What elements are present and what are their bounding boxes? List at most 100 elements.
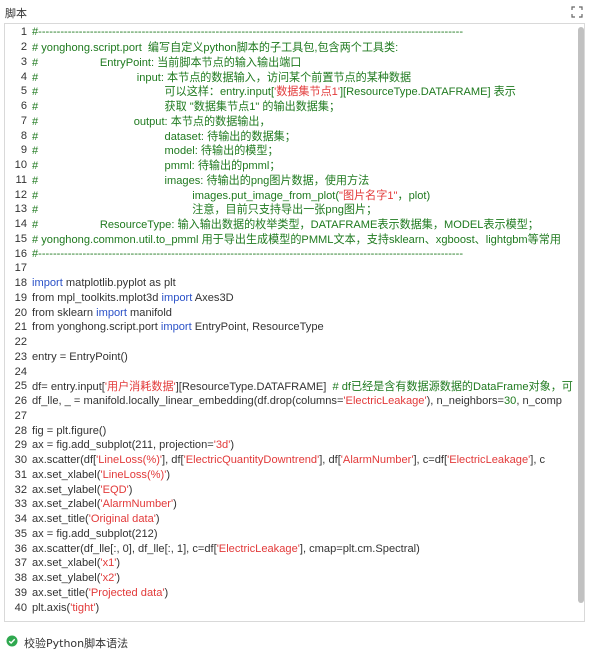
code-token: ax.set_title( [32,513,89,526]
code-token: #---------------------------------------… [32,247,464,260]
line-number: 34 [14,513,27,526]
line-number: 39 [14,586,27,599]
check-circle-icon [6,635,18,647]
code-line[interactable]: 32 ax.set_ylabel('EQD') [5,482,577,497]
line-number: 37 [14,557,27,570]
code-token: ], c=df[ [413,454,448,467]
code-line[interactable]: 24 [5,364,577,379]
code-line[interactable]: 35 ax = fig.add_subplot(212) [5,527,577,542]
line-number: 28 [14,424,27,437]
code-line[interactable]: 5 # 可以这样：entry.input['数据集节点1'][ResourceTy… [5,84,577,99]
code-line[interactable]: 8 # dataset: 待输出的数据集； [5,128,577,143]
code-token: ][ResourceType.DATAFRAME] [175,381,333,394]
code-line[interactable]: 17 [5,261,577,276]
code-token: import [96,306,127,319]
code-token: # input: 本节点的数据输入，访问某个前置节点的某种数据 [32,71,412,84]
line-number: 10 [14,159,27,172]
code-token: # pmml: 待输出的pmml； [32,160,281,173]
code-text: # EntryPoint: 当前脚本节点的输入输出端口 [27,55,301,70]
code-line[interactable]: 2 # yonghong.script.port 编写自定义python脚本的子工… [5,40,577,55]
code-line[interactable]: 4 # input: 本节点的数据输入，访问某个前置节点的某种数据 [5,69,577,84]
code-token: '3d' [213,439,231,452]
code-text: ax.set_zlabel('AlarmNumber') [27,498,177,510]
code-line[interactable]: 30 ax.scatter(df['LineLoss(%)'], df['Elec… [5,453,577,468]
code-token: ][ResourceType.DATAFRAME] 表示 [339,86,516,99]
code-token: 'ElectricLeakage' [343,395,427,408]
code-line[interactable]: 16 #-------------------------------------… [5,246,577,261]
code-line[interactable]: 3 # EntryPoint: 当前脚本节点的输入输出端口 [5,55,577,70]
code-line[interactable]: 23 entry = EntryPoint() [5,350,577,365]
code-line[interactable]: 1 #--------------------------------------… [5,25,577,40]
code-token: # images.put_image_from_plot( [32,189,340,202]
code-text: ax.set_title('Original data') [27,513,160,525]
code-line[interactable]: 28 fig = plt.figure() [5,423,577,438]
code-token: import [161,291,193,304]
code-line[interactable]: 19 from mpl_toolkits.mplot3d import Axes3… [5,291,577,306]
code-lines[interactable]: 1 #--------------------------------------… [5,25,577,615]
code-text: import matplotlib.pyplot as plt [27,277,176,289]
expand-icon[interactable] [571,6,583,18]
code-token: 'LineLoss(%)' [96,454,163,467]
code-token: ax.set_xlabel( [32,557,101,570]
code-line[interactable]: 36 ax.scatter(df_lle[:, 0], df_lle[:, 1],… [5,541,577,556]
code-text: ax.set_xlabel('LineLoss(%)') [27,469,170,481]
code-line[interactable]: 14 # ResourceType: 输入输出数据的枚举类型，DATAFRAME表… [5,217,577,232]
code-text: # 可以这样：entry.input['数据集节点1'][ResourceTyp… [27,84,516,99]
code-line[interactable]: 20 from sklearn import manifold [5,305,577,320]
code-token: ax.set_ylabel( [32,483,101,496]
code-line[interactable]: 13 # 注意，目前只支持导出一张png图片； [5,202,577,217]
code-line[interactable]: 7 # output: 本节点的数据输出， [5,114,577,129]
code-token: ], df[ [162,454,184,467]
code-line[interactable]: 37 ax.set_xlabel('x1') [5,556,577,571]
code-line[interactable]: 39 ax.set_title('Projected data') [5,586,577,601]
code-token: ，plot) [397,189,431,202]
code-line[interactable]: 22 [5,335,577,350]
line-number: 21 [14,321,27,334]
code-token: "图片名字1" [339,189,398,202]
code-line[interactable]: 21 from yonghong.script.port import Entry… [5,320,577,335]
code-text: # ResourceType: 输入输出数据的枚举类型，DATAFRAME表示数… [27,217,539,232]
validate-python-syntax-label[interactable]: 校验Python脚本语法 [24,635,128,651]
panel-title: 脚本 [5,7,27,20]
code-token: manifold [126,306,172,319]
line-number: 36 [14,542,27,555]
line-number: 5 [20,85,27,98]
code-token: ) [95,601,100,614]
code-line[interactable]: 9 # model: 待输出的模型； [5,143,577,158]
code-token: # 注意，目前只支持导出一张png图片； [32,204,378,217]
code-line[interactable]: 6 # 获取 "数据集节点1" 的输出数据集； [5,99,577,114]
code-text: ax.set_ylabel('EQD') [27,484,132,496]
code-token: ) [116,572,121,585]
code-line[interactable]: 11 # images: 待输出的png图片数据，使用方法 [5,173,577,188]
code-line[interactable]: 31 ax.set_xlabel('LineLoss(%)') [5,468,577,483]
code-token: ), n_neighbors= [426,395,504,408]
code-token: 'AlarmNumber' [100,498,174,511]
code-line[interactable]: 15 # yonghong.common.util.to_pmml 用于导出生成模… [5,232,577,247]
code-line[interactable]: 40 plt.axis('tight') [5,600,577,615]
code-token: 'EQD' [100,483,129,496]
code-line[interactable]: 10 # pmml: 待输出的pmml； [5,158,577,173]
code-line[interactable]: 29 ax = fig.add_subplot(211, projection='… [5,438,577,453]
code-line[interactable]: 34 ax.set_title('Original data') [5,512,577,527]
code-line[interactable]: 38 ax.set_ylabel('x2') [5,571,577,586]
code-editor[interactable]: 1 #--------------------------------------… [4,23,585,622]
scrollbar-thumb[interactable] [578,27,584,603]
code-line[interactable]: 18 import matplotlib.pyplot as plt [5,276,577,291]
code-line[interactable]: 33 ax.set_zlabel('AlarmNumber') [5,497,577,512]
code-token: , n_comp [516,395,562,408]
code-text: df= entry.input['用户消耗数据'][ResourceType.D… [27,379,573,394]
line-number: 26 [14,395,27,408]
code-token: '数据集节点1' [274,86,340,99]
code-line[interactable]: 12 # images.put_image_from_plot("图片名字1"，p… [5,187,577,202]
code-token: ) [230,439,235,452]
line-number: 12 [14,188,27,201]
code-token: 30 [504,395,517,408]
code-token: ], cmap=plt.cm.Spectral) [299,542,420,555]
code-line[interactable]: 26 df_lle, _ = manifold.locally_linear_em… [5,394,577,409]
code-token: 'AlarmNumber' [340,454,414,467]
code-line[interactable]: 27 [5,409,577,424]
code-text: #---------------------------------------… [27,26,463,38]
code-text: fig = plt.figure() [27,425,106,437]
code-line[interactable]: 25 df= entry.input['用户消耗数据'][ResourceType… [5,379,577,394]
code-token: ax = fig.add_subplot(211, projection= [32,439,214,452]
